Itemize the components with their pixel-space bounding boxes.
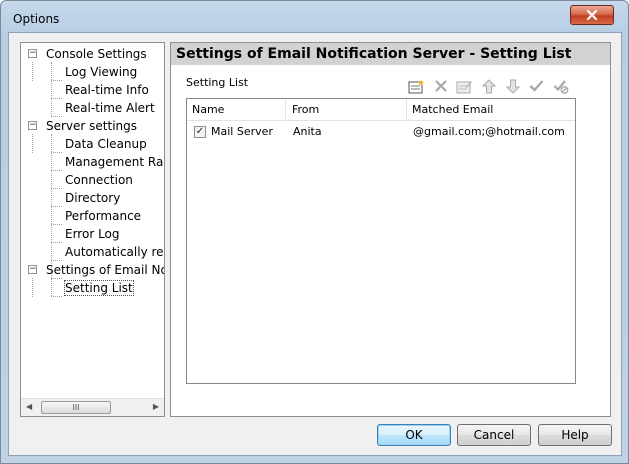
tree-line [51, 152, 62, 153]
tree-line [51, 296, 62, 297]
tree-line [51, 224, 62, 225]
options-dialog: Options − − − Console Settings Log Viewi… [0, 0, 629, 464]
tree-item-server-settings[interactable]: Server settings [46, 117, 137, 135]
tree-item-label: Automatically rem [65, 245, 164, 259]
tree-item-label: Console Settings [46, 47, 147, 61]
tree-line [51, 206, 62, 207]
tree-line [51, 242, 62, 243]
settings-tree[interactable]: − − − Console Settings Log Viewing Real-… [20, 42, 165, 417]
tree-item-label: Connection [65, 173, 133, 187]
help-button[interactable]: Help [538, 424, 612, 446]
tree-item-label: Server settings [46, 119, 138, 133]
tree-item-connection[interactable]: Connection [65, 171, 133, 189]
collapse-toggle-icon[interactable]: − [28, 49, 37, 58]
close-button[interactable] [570, 5, 614, 25]
tree-item-label: Error Log [65, 227, 120, 241]
column-header-matched-email[interactable]: Matched Email [407, 99, 575, 121]
tree-item-label: Data Cleanup [65, 137, 147, 151]
tree-item-label: Real-time Info [65, 83, 149, 97]
scroll-thumb-grip: III [72, 403, 80, 412]
tree-item-automatically-remove[interactable]: Automatically rem [65, 243, 164, 261]
cell-name: Mail Server [211, 125, 273, 138]
tree-item-label: Log Viewing [65, 65, 138, 79]
tree-item-label: Directory [65, 191, 121, 205]
row-enabled-checkbox[interactable]: ✓ [194, 126, 206, 138]
tree-item-email-notification[interactable]: Settings of Email Notif [46, 261, 164, 279]
tree-item-directory[interactable]: Directory [65, 189, 120, 207]
table-header: Name From Matched Email [187, 99, 575, 121]
enable-check-icon[interactable] [527, 77, 546, 95]
tree-item-console-settings[interactable]: Console Settings [46, 45, 147, 63]
column-header-name[interactable]: Name [187, 99, 286, 121]
disable-check-icon[interactable] [551, 77, 570, 95]
tree-line [32, 62, 33, 81]
tree-item-data-cleanup[interactable]: Data Cleanup [65, 135, 147, 153]
tree-item-log-viewing[interactable]: Log Viewing [65, 63, 137, 81]
scroll-left-icon[interactable]: ◀ [26, 402, 32, 411]
tree-item-real-time-info[interactable]: Real-time Info [65, 81, 149, 99]
panel-title: Settings of Email Notification Server - … [171, 43, 610, 65]
cancel-button[interactable]: Cancel [457, 424, 531, 446]
tree-item-label: Performance [65, 209, 142, 223]
close-icon [586, 10, 598, 20]
group-label: Setting List [186, 76, 249, 89]
tree-item-error-log[interactable]: Error Log [65, 225, 120, 243]
move-down-icon[interactable] [503, 77, 522, 95]
move-up-icon[interactable] [479, 77, 498, 95]
setting-list-table: Name From Matched Email ✓ Mail Server An… [186, 98, 576, 384]
tree-item-setting-list[interactable]: Setting List [64, 279, 134, 297]
scroll-thumb[interactable]: III [41, 401, 111, 414]
new-icon[interactable] [407, 77, 426, 95]
window-title: Options [13, 12, 60, 26]
tree-horizontal-scrollbar[interactable]: ◀ III ▶ [21, 398, 164, 416]
settings-panel: Settings of Email Notification Server - … [170, 42, 611, 417]
column-header-from[interactable]: From [287, 99, 407, 121]
tree-item-management-range[interactable]: Management Rang [65, 153, 164, 171]
title-bar: Options [1, 1, 628, 35]
cell-matched-email: @gmail.com;@hotmail.com [413, 125, 565, 138]
edit-icon[interactable] [455, 77, 474, 95]
tree-line [32, 134, 33, 153]
tree-line [51, 98, 62, 99]
tree-line [51, 188, 62, 189]
collapse-toggle-icon[interactable]: − [28, 265, 37, 274]
tree-line [51, 170, 62, 171]
tree-content: − − − Console Settings Log Viewing Real-… [21, 43, 164, 398]
table-row[interactable]: ✓ Mail Server Anita @gmail.com;@hotmail.… [187, 122, 575, 142]
dialog-body: − − − Console Settings Log Viewing Real-… [8, 32, 622, 456]
tree-item-performance[interactable]: Performance [65, 207, 141, 225]
ok-button[interactable]: OK [377, 424, 451, 446]
tree-item-label: Settings of Email Notif [46, 263, 164, 277]
tree-line [51, 80, 62, 81]
collapse-toggle-icon[interactable]: − [28, 121, 37, 130]
tree-item-real-time-alert[interactable]: Real-time Alert [65, 99, 155, 117]
cell-from: Anita [293, 125, 322, 138]
tree-line [32, 278, 33, 297]
scroll-right-icon[interactable]: ▶ [153, 402, 159, 411]
tree-line [51, 278, 52, 296]
tree-item-label: Management Rang [65, 155, 164, 169]
tree-item-label: Setting List [64, 280, 134, 296]
list-toolbar [407, 77, 570, 95]
tree-line [51, 62, 52, 116]
tree-item-label: Real-time Alert [65, 101, 155, 115]
delete-icon[interactable] [431, 77, 450, 95]
